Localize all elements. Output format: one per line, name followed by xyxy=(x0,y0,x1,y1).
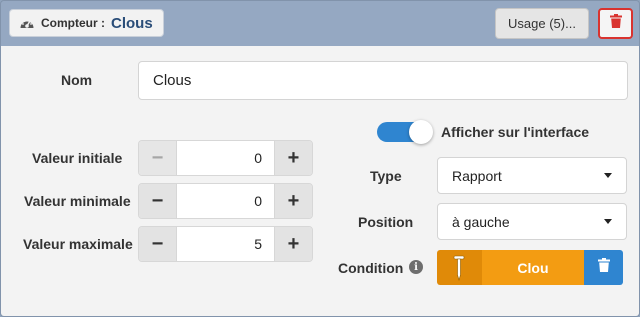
show-on-interface-label: Afficher sur l'interface xyxy=(441,124,590,140)
minimum-value-input[interactable]: 0 xyxy=(176,184,275,218)
trash-icon xyxy=(609,14,622,33)
minimum-decrement-button[interactable]: − xyxy=(139,184,176,218)
condition-label: Condition xyxy=(338,260,404,276)
initial-increment-button[interactable]: + xyxy=(275,141,312,175)
page-title: Clous xyxy=(111,14,153,32)
caret-down-icon xyxy=(604,173,612,178)
minimum-value-stepper: − 0 + xyxy=(138,183,313,219)
name-input[interactable]: Clous xyxy=(138,61,628,100)
title-badge: Compteur : Clous xyxy=(9,9,164,37)
initial-value-stepper: − 0 + xyxy=(138,140,313,176)
show-on-interface-toggle[interactable] xyxy=(377,120,433,144)
usage-button[interactable]: Usage (5)... xyxy=(495,8,589,39)
position-select[interactable]: à gauche xyxy=(437,203,627,240)
maximum-value-label: Valeur maximale xyxy=(23,236,133,252)
info-icon[interactable]: i xyxy=(409,260,423,274)
initial-decrement-button[interactable]: − xyxy=(139,141,176,175)
maximum-value-input[interactable]: 5 xyxy=(176,227,275,261)
condition-value[interactable]: Clou xyxy=(481,250,585,285)
title-prefix: Compteur : xyxy=(41,16,105,30)
nail-icon xyxy=(437,250,482,285)
caret-down-icon xyxy=(604,219,612,224)
delete-condition-button[interactable] xyxy=(584,250,623,285)
maximum-value-stepper: − 5 + xyxy=(138,226,313,262)
position-label: Position xyxy=(358,214,414,230)
maximum-increment-button[interactable]: + xyxy=(275,227,312,261)
condition-control: Clou xyxy=(437,250,623,285)
initial-value-input[interactable]: 0 xyxy=(176,141,275,175)
delete-counter-button[interactable] xyxy=(598,8,633,39)
minimum-value-label: Valeur minimale xyxy=(24,193,131,209)
panel-header: Compteur : Clous Usage (5)... xyxy=(1,1,639,46)
toggle-knob xyxy=(409,120,433,144)
maximum-decrement-button[interactable]: − xyxy=(139,227,176,261)
counter-panel: Compteur : Clous Usage (5)... Nom Clous … xyxy=(0,0,640,317)
name-label: Nom xyxy=(61,72,93,88)
trash-icon xyxy=(597,258,610,277)
gauge-icon xyxy=(19,16,35,30)
minimum-increment-button[interactable]: + xyxy=(275,184,312,218)
position-select-value: à gauche xyxy=(452,213,510,230)
type-label: Type xyxy=(370,168,402,184)
type-select-value: Rapport xyxy=(452,167,502,184)
type-select[interactable]: Rapport xyxy=(437,157,627,194)
initial-value-label: Valeur initiale xyxy=(32,150,123,166)
form-body: Nom Clous Valeur initiale − 0 + Valeur m… xyxy=(1,46,639,316)
